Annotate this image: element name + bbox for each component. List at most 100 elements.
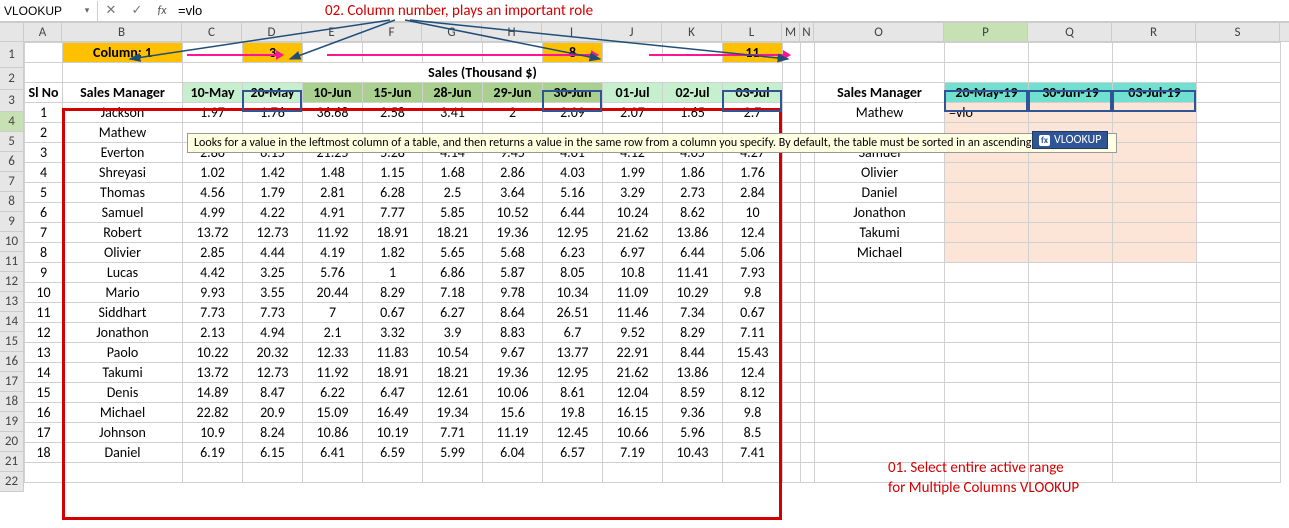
cell[interactable]: 13.77 <box>543 343 603 363</box>
cell[interactable] <box>945 363 1029 383</box>
cell[interactable] <box>945 183 1029 203</box>
cell[interactable]: 12.95 <box>543 363 603 383</box>
cell[interactable]: 2.81 <box>303 183 363 203</box>
cell[interactable]: 6.27 <box>423 303 483 323</box>
cell[interactable] <box>243 463 303 483</box>
cell[interactable]: 5.76 <box>303 263 363 283</box>
cell[interactable] <box>783 223 801 243</box>
cell[interactable]: 14.89 <box>183 383 243 403</box>
cell[interactable]: 13.72 <box>183 363 243 383</box>
cell[interactable] <box>945 303 1029 323</box>
cell[interactable] <box>801 383 815 403</box>
cell[interactable] <box>801 243 815 263</box>
cell[interactable]: 8.29 <box>663 323 723 343</box>
cell[interactable]: Robert <box>63 223 183 243</box>
cell[interactable]: Jonathon <box>815 203 945 223</box>
cell[interactable]: 16.49 <box>363 403 423 423</box>
cell[interactable] <box>363 43 423 63</box>
cell[interactable]: 30-Jun <box>543 83 603 103</box>
cell[interactable]: 12.4 <box>723 363 783 383</box>
cell[interactable]: 10.9 <box>183 423 243 443</box>
cell[interactable]: 2.09 <box>543 103 603 123</box>
cell[interactable]: 6.28 <box>363 183 423 203</box>
cell[interactable]: 4.99 <box>183 203 243 223</box>
cell[interactable] <box>801 323 815 343</box>
cell[interactable] <box>783 383 801 403</box>
name-box[interactable] <box>0 1 78 21</box>
cell[interactable]: 29-Jun <box>483 83 543 103</box>
cell[interactable]: 12 <box>25 323 63 343</box>
cell[interactable]: 7.34 <box>663 303 723 323</box>
cell[interactable]: 2.13 <box>183 323 243 343</box>
cell[interactable]: 21.62 <box>603 223 663 243</box>
cell[interactable]: 10.54 <box>423 343 483 363</box>
cell[interactable]: 5 <box>25 183 63 203</box>
col-header-F[interactable]: F <box>362 23 422 41</box>
col-header-N[interactable]: N <box>800 23 814 41</box>
col-header-H[interactable]: H <box>482 23 542 41</box>
cell[interactable] <box>783 323 801 343</box>
col-header-E[interactable]: E <box>302 23 362 41</box>
cell[interactable]: 3 <box>25 143 63 163</box>
cell[interactable] <box>783 303 801 323</box>
cell[interactable] <box>1197 363 1281 383</box>
cell[interactable]: 18.21 <box>423 363 483 383</box>
cell[interactable] <box>603 43 663 63</box>
cell[interactable] <box>783 63 801 83</box>
cell[interactable]: 10 <box>25 283 63 303</box>
cell[interactable] <box>783 283 801 303</box>
cell[interactable]: 2.07 <box>603 103 663 123</box>
row-header-21[interactable]: 21 <box>0 452 23 472</box>
cell[interactable]: 2.5 <box>423 183 483 203</box>
cell[interactable]: 2.1 <box>303 323 363 343</box>
cell[interactable]: 9.36 <box>663 403 723 423</box>
cell[interactable]: 4 <box>25 163 63 183</box>
cell[interactable]: 11.92 <box>303 363 363 383</box>
cell[interactable]: 1 <box>25 103 63 123</box>
cell[interactable]: 11 <box>723 43 783 63</box>
cell[interactable]: Shreyasi <box>63 163 183 183</box>
cell[interactable]: 9.8 <box>723 283 783 303</box>
cell[interactable]: 10.22 <box>183 343 243 363</box>
cell[interactable]: 18.91 <box>363 363 423 383</box>
cell[interactable] <box>1029 223 1113 243</box>
cell[interactable]: 4.03 <box>543 163 603 183</box>
cell[interactable]: 6.23 <box>543 243 603 263</box>
cell[interactable] <box>783 103 801 123</box>
cell[interactable]: Lucas <box>63 263 183 283</box>
cell[interactable]: 8.62 <box>663 203 723 223</box>
cell[interactable] <box>783 163 801 183</box>
cell[interactable]: Sl No <box>25 83 63 103</box>
cell[interactable] <box>815 43 945 63</box>
cell[interactable] <box>1197 263 1281 283</box>
cell[interactable] <box>945 63 1029 83</box>
accept-formula-button[interactable]: ✓ <box>124 1 150 21</box>
cell[interactable]: 18 <box>25 443 63 463</box>
cell[interactable]: 12.73 <box>243 223 303 243</box>
cell[interactable] <box>783 203 801 223</box>
row-header-8[interactable]: 8 <box>0 192 23 212</box>
cell[interactable]: 7.73 <box>183 303 243 323</box>
cell[interactable] <box>945 223 1029 243</box>
cell[interactable]: 1.42 <box>243 163 303 183</box>
cell[interactable]: 2.86 <box>483 163 543 183</box>
cell[interactable] <box>801 83 815 103</box>
cell[interactable]: 2.58 <box>363 103 423 123</box>
cell[interactable]: 12.4 <box>723 223 783 243</box>
cell[interactable]: 10.06 <box>483 383 543 403</box>
cell[interactable] <box>815 303 945 323</box>
cell[interactable] <box>1197 103 1281 123</box>
cell[interactable] <box>945 243 1029 263</box>
cell[interactable]: 6.59 <box>363 443 423 463</box>
cell[interactable]: 4.22 <box>243 203 303 223</box>
row-header-19[interactable]: 19 <box>0 412 23 432</box>
cell[interactable] <box>1197 343 1281 363</box>
cell[interactable]: 11.83 <box>363 343 423 363</box>
cell[interactable] <box>783 83 801 103</box>
cell[interactable] <box>815 283 945 303</box>
cell[interactable] <box>815 383 945 403</box>
cell[interactable] <box>783 363 801 383</box>
cell[interactable]: 1.99 <box>603 163 663 183</box>
cell[interactable]: 3 <box>243 43 303 63</box>
cell[interactable] <box>1029 383 1113 403</box>
